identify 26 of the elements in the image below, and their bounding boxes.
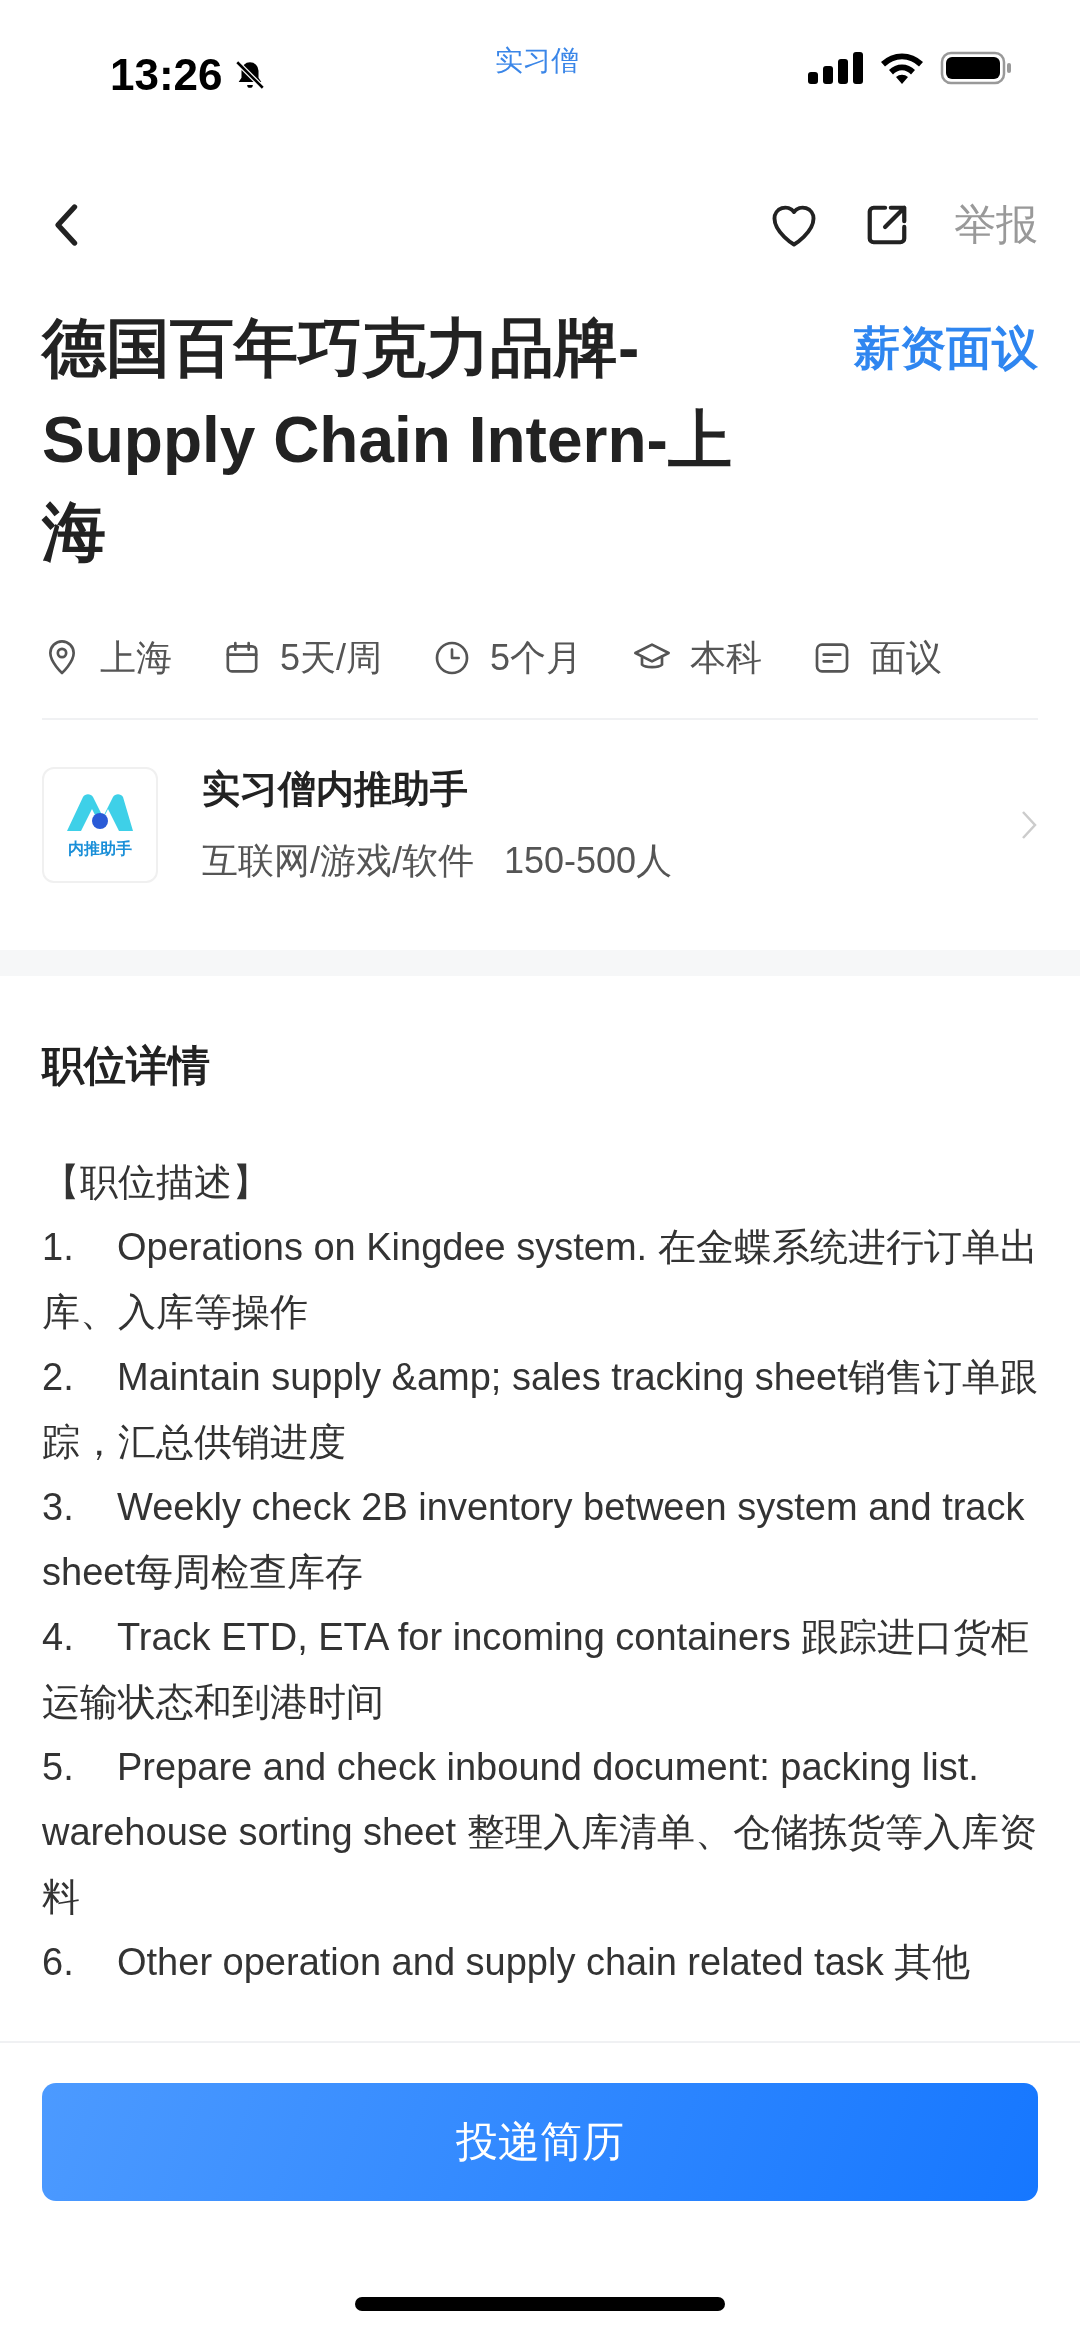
section-label: 【职位描述】 bbox=[42, 1160, 271, 1205]
status-time: 13:26 bbox=[110, 50, 223, 100]
job-tag: 5天/周 bbox=[280, 633, 383, 683]
company-name[interactable]: 实习僧内推助手 bbox=[202, 764, 976, 815]
section-heading: 职位详情 bbox=[42, 1041, 211, 1091]
back-to-app-link[interactable]: 实习僧 bbox=[495, 42, 580, 80]
apply-button[interactable]: 投递简历 bbox=[42, 2083, 1038, 2201]
company-industry: 互联网/游戏/软件 bbox=[202, 839, 474, 883]
job-tag: 上海 bbox=[100, 633, 172, 683]
wifi-icon bbox=[878, 50, 926, 86]
duty-item: 1. Operations on Kingdee system. 在金蝶系统进行订单出库、入库等操作 bbox=[42, 1225, 1038, 1335]
job-title: 德国百年巧克力品牌-Supply Chain Intern-上海 bbox=[42, 311, 733, 570]
duty-item: 3. Weekly check 2B inventory between system and track sheet每周检查库存 bbox=[42, 1485, 1026, 1595]
logo-caption: 内推助手 bbox=[68, 838, 132, 859]
duty-item: 6. Other operation and supply chain related task 其他 bbox=[42, 1940, 972, 1985]
report-button[interactable]: 举报 bbox=[954, 197, 1038, 253]
job-tag: 5个月 bbox=[490, 633, 583, 683]
job-tag: 面议 bbox=[870, 633, 943, 683]
duty-item: 5. Prepare and check inbound document: packing list. warehouse sorting sheet 整理入库清单、仓储拣货等入库资料 bbox=[42, 1745, 1038, 1920]
duty-item: 2. Maintain supply &amp; sales tracking sheet销售订单跟踪，汇总供销进度 bbox=[42, 1355, 1038, 1465]
battery-icon bbox=[940, 50, 1012, 86]
salary-text: 薪资面议 bbox=[854, 321, 1038, 376]
signal-icon bbox=[808, 50, 864, 86]
company-size: 150-500人 bbox=[504, 839, 673, 883]
duty-item: 4. Track ETD, ETA for incoming containers 跟踪进口货柜运输状态和到港时间 bbox=[42, 1615, 1031, 1725]
job-tag: 本科 bbox=[690, 633, 763, 683]
